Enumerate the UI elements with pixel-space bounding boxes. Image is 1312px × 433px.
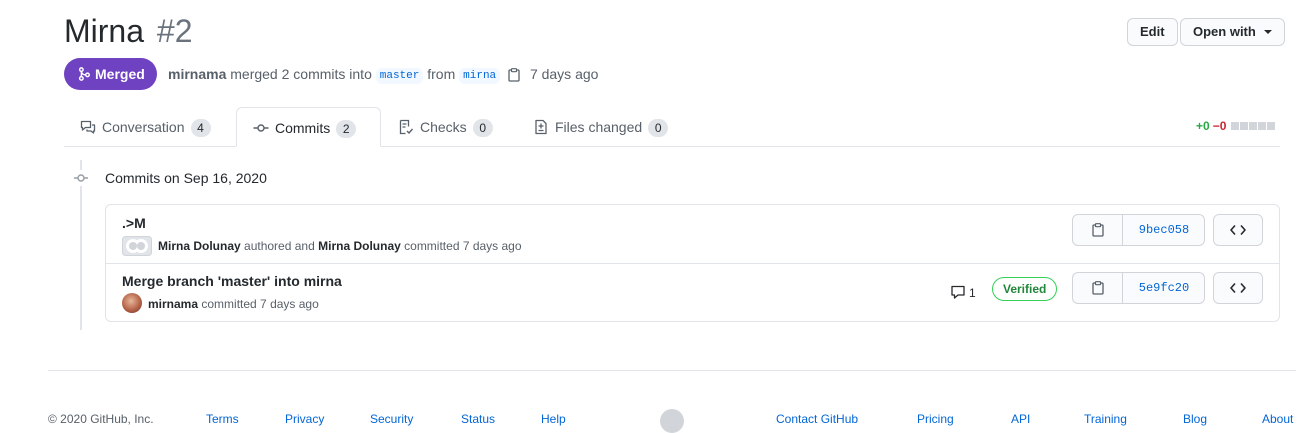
footer-copyright: © 2020 GitHub, Inc. [48,412,154,426]
open-with-button[interactable]: Open with [1180,18,1285,46]
commit-sha-link[interactable]: 9bec058 [1123,215,1205,245]
merged-badge-label: Merged [95,66,145,82]
pr-title: Mirna #2 [64,11,193,51]
commit-title[interactable]: Merge branch 'master' into mirna [122,271,342,291]
head-branch[interactable]: mirna [459,68,501,84]
caret-down-icon [1263,29,1272,34]
merged-badge: Merged [64,58,157,90]
code-icon [1214,215,1262,245]
commit-comments-link[interactable]: 1 [950,284,976,302]
diffstat-block [1239,122,1248,130]
commit-author[interactable]: Mirna Dolunay [158,239,241,253]
edit-button[interactable]: Edit [1127,18,1178,46]
tab-checks-count: 0 [472,119,493,137]
footer-divider [48,370,1296,371]
footer-link-privacy[interactable]: Privacy [285,410,324,428]
commit-row-divider [106,263,1279,264]
copy-sha-button[interactable] [1073,215,1123,245]
git-commit-icon [73,170,89,186]
merge-status-text: mirnama merged 2 commits into master fro… [168,64,598,87]
file-diff-icon [535,120,547,135]
copy-sha-button[interactable] [1073,273,1123,303]
tab-conversation-label: Conversation [102,119,185,135]
comment-icon [951,285,965,299]
browse-code-button[interactable] [1213,214,1263,246]
verified-badge[interactable]: Verified [992,277,1058,301]
commit-sha-link[interactable]: 5e9fc20 [1123,273,1205,303]
tab-conversation[interactable]: Conversation 4 [64,107,227,147]
footer-link-security[interactable]: Security [370,410,413,428]
footer-link-about[interactable]: About [1262,410,1293,428]
git-merge-icon [78,66,90,81]
pr-title-text: Mirna [64,13,145,49]
browse-code-button[interactable] [1213,272,1263,304]
tab-checks-label: Checks [420,119,467,135]
comment-discussion-icon [80,121,96,134]
footer-link-training[interactable]: Training [1084,410,1127,428]
merge-time: 7 days ago [529,66,599,82]
tab-commits[interactable]: Commits 2 [236,107,381,147]
from-word: from [427,66,456,82]
merge-author[interactable]: mirnama [168,66,226,82]
github-logo-icon[interactable] [660,409,684,433]
diffstat: +0 −0 [1196,118,1275,134]
tab-files-changed[interactable]: Files changed 0 [517,107,684,147]
commit-authored-text: authored and [244,239,315,253]
base-branch[interactable]: master [375,68,424,84]
commit-meta: Mirna Dolunay authored and Mirna Dolunay… [158,237,522,255]
commit-title[interactable]: .>M [122,213,146,233]
tab-commits-count: 2 [336,120,357,138]
commit-sha-group: 5e9fc20 [1072,272,1205,304]
footer-link-contact[interactable]: Contact GitHub [776,410,858,428]
git-commit-icon [253,124,269,132]
edit-button-label: Edit [1140,24,1165,39]
code-icon [1214,273,1262,303]
commit-sha-group: 9bec058 [1072,214,1205,246]
diffstat-block [1248,122,1257,130]
tab-files-changed-count: 0 [648,119,669,137]
tab-commits-label: Commits [275,120,331,136]
clippy-icon [1091,280,1104,295]
pr-number: #2 [156,13,193,49]
tab-conversation-count: 4 [190,119,211,137]
open-with-label: Open with [1193,24,1256,39]
clippy-icon[interactable] [508,67,520,87]
commit-committed-text: committed 7 days ago [404,239,522,253]
tab-checks[interactable]: Checks 0 [382,107,509,147]
diffstat-deletions: −0 [1212,119,1227,133]
diffstat-block [1266,122,1275,130]
commit-committer[interactable]: Mirna Dolunay [318,239,401,253]
commit-meta: mirnama committed 7 days ago [148,295,319,313]
footer-link-status[interactable]: Status [461,410,495,428]
footer-link-pricing[interactable]: Pricing [917,410,954,428]
checklist-icon [399,120,414,135]
footer-link-terms[interactable]: Terms [206,410,239,428]
footer-link-help[interactable]: Help [541,410,566,428]
diffstat-block [1230,122,1239,130]
commit-comments-count: 1 [969,286,976,300]
github-avatar-icon[interactable] [122,236,152,256]
merge-action: merged 2 commits into [230,66,372,82]
tab-files-changed-label: Files changed [555,119,643,135]
avatar[interactable] [122,293,142,313]
diffstat-block [1257,122,1266,130]
clippy-icon [1091,222,1104,237]
commit-committed-text: committed 7 days ago [201,297,319,311]
footer-link-api[interactable]: API [1011,410,1030,428]
diffstat-additions: +0 [1196,119,1210,133]
commit-author[interactable]: mirnama [148,297,198,311]
footer-link-blog[interactable]: Blog [1183,410,1207,428]
commits-date-heading: Commits on Sep 16, 2020 [105,170,267,186]
